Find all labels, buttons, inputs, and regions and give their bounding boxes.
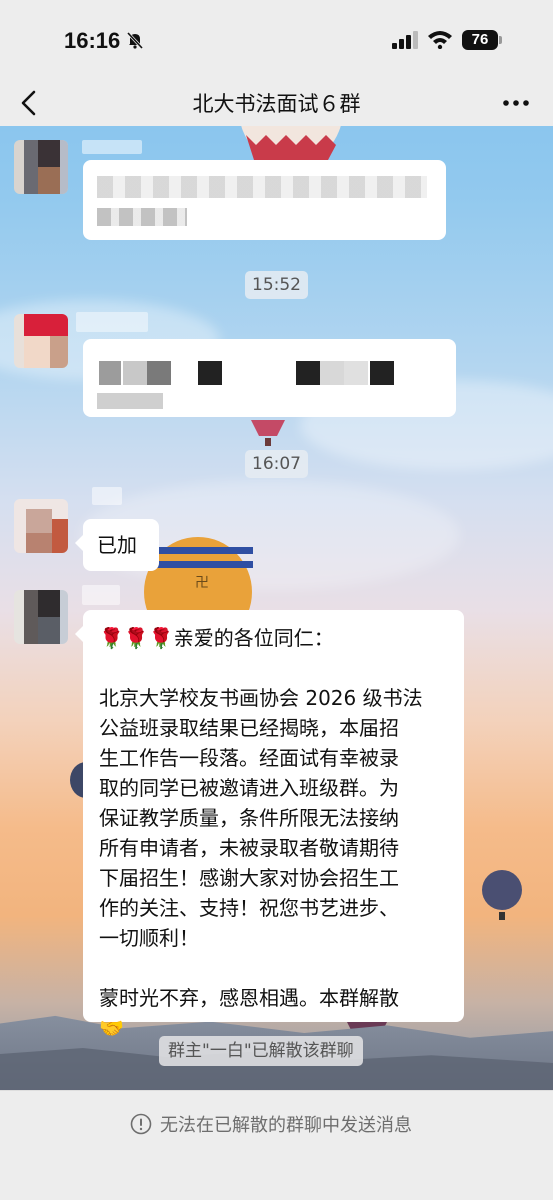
message-text: 已加 <box>97 533 137 557</box>
footer-notice: 无法在已解散的群聊中发送消息 <box>130 1111 412 1137</box>
info-circle-icon <box>130 1113 152 1135</box>
redacted-text-block <box>147 361 171 385</box>
announcement-greeting: 🌹🌹🌹亲爱的各位同仁： <box>99 626 334 650</box>
message-bubble-redacted[interactable] <box>83 339 456 417</box>
balloon-small-image <box>251 420 285 446</box>
redacted-text-block <box>370 361 394 385</box>
status-bar: 16:16 76 <box>0 0 553 80</box>
balloon-right-image <box>482 870 522 920</box>
status-time: 16:16 <box>64 28 121 53</box>
redacted-text-block <box>97 208 187 226</box>
avatar[interactable] <box>14 140 68 194</box>
redacted-text-block <box>320 361 344 385</box>
sender-name-redacted <box>92 487 122 505</box>
announcement-bubble[interactable]: 🌹🌹🌹亲爱的各位同仁： 北京大学校友书画协会 2026 级书法 公益班录取结果已… <box>75 610 464 1040</box>
redacted-text-block <box>198 361 222 385</box>
announcement-line: 保证教学质量，条件所限无法接纳 <box>99 806 399 830</box>
message-bubble-redacted[interactable] <box>83 160 446 240</box>
avatar[interactable] <box>14 590 68 644</box>
battery-tip <box>499 36 502 44</box>
redacted-text-block <box>97 176 427 198</box>
timestamp-divider: 15:52 <box>245 271 308 299</box>
announcement-line: 生工作告一段落。经面试有幸被录 <box>99 746 399 770</box>
redacted-text-block <box>97 393 163 409</box>
bell-off-icon <box>126 31 144 49</box>
redacted-text-block <box>99 361 121 385</box>
redacted-text-block <box>296 361 320 385</box>
message-bubble[interactable]: 已加 <box>75 519 159 571</box>
timestamp-divider: 16:07 <box>245 450 308 478</box>
footer-notice-text: 无法在已解散的群聊中发送消息 <box>160 1115 412 1136</box>
redacted-text-block <box>123 361 147 385</box>
wifi-icon <box>428 31 452 49</box>
avatar[interactable] <box>14 499 68 553</box>
cellular-signal-icon <box>392 31 418 49</box>
balloon-striped-image: 卍 <box>143 537 253 617</box>
announcement-line: 一切顺利！ <box>99 926 199 950</box>
avatar[interactable] <box>14 314 68 368</box>
more-options-icon[interactable] <box>498 88 534 118</box>
announcement-line: 北京大学校友书画协会 2026 级书法 <box>99 686 423 710</box>
sender-name-redacted <box>82 140 142 154</box>
nav-bar: 北大书法面试６群 <box>0 80 553 126</box>
announcement-line: 公益班录取结果已经揭晓，本届招 <box>99 716 399 740</box>
system-notice: 群主"一白"已解散该群聊 <box>159 1036 363 1066</box>
announcement-line: 取的同学已被邀请进入班级群。为 <box>99 776 399 800</box>
announcement-closing: 蒙时光不弃，感恩相遇。本群解散 <box>99 986 399 1010</box>
redacted-text-block <box>344 361 368 385</box>
announcement-line: 作的关注、支持！祝您书艺进步、 <box>99 896 399 920</box>
chat-title: 北大书法面试６群 <box>192 92 361 116</box>
input-disabled-footer: 无法在已解散的群聊中发送消息 <box>0 1090 553 1200</box>
sender-name-redacted <box>76 312 148 332</box>
sender-name-redacted <box>82 585 120 605</box>
announcement-line: 下届招生！感谢大家对协会招生工 <box>99 866 399 890</box>
battery-level: 76 <box>462 30 498 50</box>
svg-text:卍: 卍 <box>195 575 209 591</box>
announcement-line: 所有申请者，未被录取者敬请期待 <box>99 836 399 860</box>
